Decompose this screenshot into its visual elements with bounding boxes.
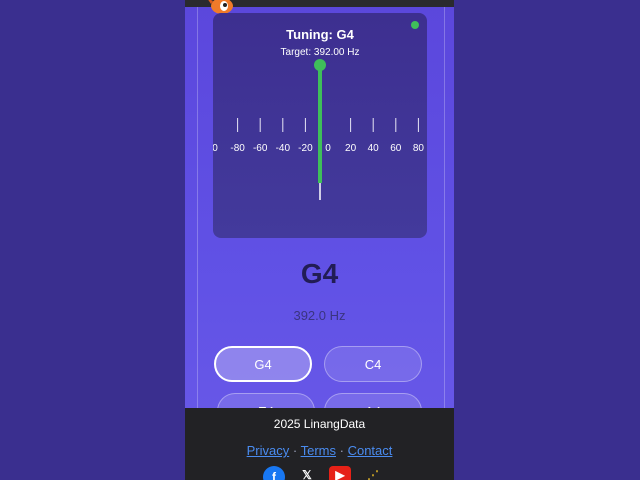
detected-frequency: 392.0 Hz — [293, 308, 346, 323]
tuner-gauge: Tuning: G4 Target: 392.00 Hz 0 -80 -60 -40-… — [213, 13, 427, 238]
link-separator: · — [292, 443, 298, 458]
scale-label: -40 — [276, 143, 291, 154]
scale-label: 0 — [325, 143, 331, 154]
string-button-c4[interactable]: C4 — [324, 346, 422, 382]
terms-link[interactable]: Terms — [301, 443, 336, 458]
facebook-icon[interactable]: f — [263, 466, 285, 480]
app-screen: Tuning: G4 Target: 392.00 Hz 0 -80 -60 -40-… — [185, 0, 454, 480]
tuning-needle — [318, 65, 322, 183]
scale-label: 20 — [345, 143, 357, 154]
scale-label: -80 — [230, 143, 245, 154]
string-button-g4[interactable]: G4 — [214, 346, 312, 382]
scale-label: 0 — [213, 143, 218, 154]
x-icon[interactable]: 𝕏 — [296, 466, 318, 480]
scale-label: -20 — [298, 143, 313, 154]
scale-label: 60 — [390, 143, 402, 154]
detected-note: G4 — [300, 258, 339, 289]
link-separator: · — [339, 443, 344, 458]
social-links: f 𝕏 ▶ ⋰ — [263, 466, 384, 480]
copyright-text: 2025 LinangData — [273, 417, 366, 431]
scale-label: -60 — [253, 143, 268, 154]
footer: 2025 LinangData Privacy · Terms · Contac… — [185, 408, 454, 480]
contact-link[interactable]: Contact — [348, 443, 393, 458]
scale-label: 80 — [413, 143, 425, 154]
scale-label: 40 — [368, 143, 380, 154]
share-icon[interactable]: ⋰ — [362, 466, 384, 480]
youtube-icon[interactable]: ▶ — [329, 466, 351, 480]
footer-links: Privacy · Terms · Contact — [185, 443, 454, 458]
needle-head — [314, 59, 326, 71]
privacy-link[interactable]: Privacy — [247, 443, 290, 458]
gauge-scale: 0-80-60-40-200204060801 — [213, 59, 425, 200]
